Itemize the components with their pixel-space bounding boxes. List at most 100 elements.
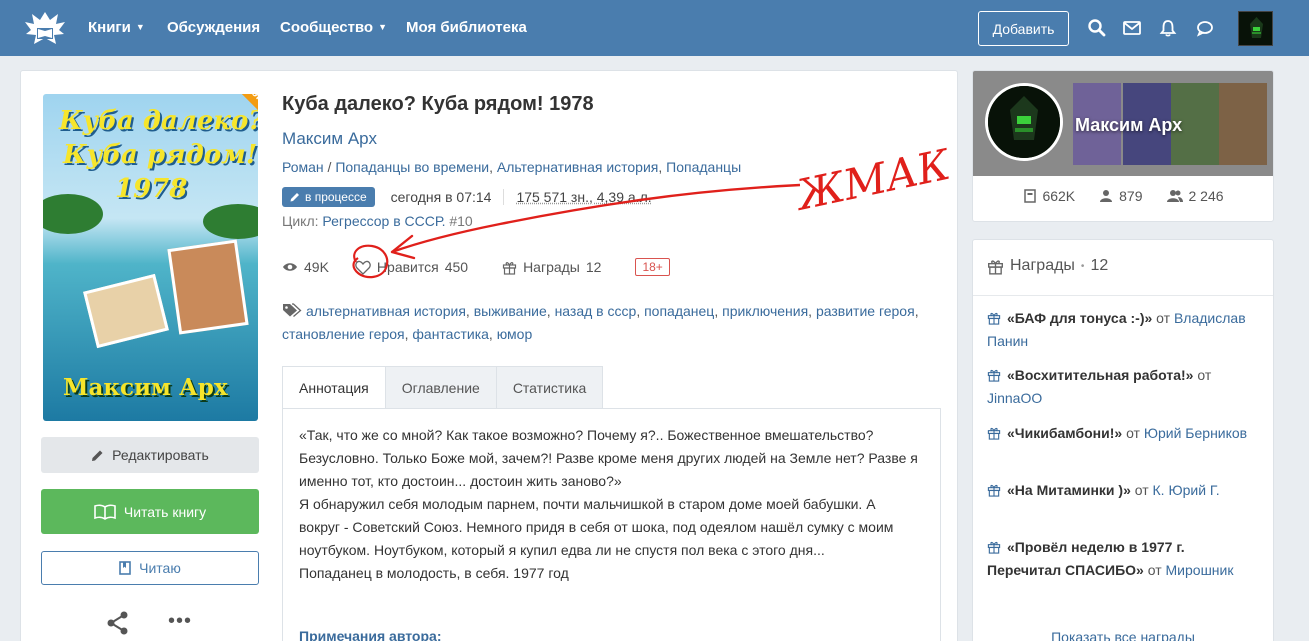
banner-cover [1219, 83, 1267, 165]
genre-link[interactable]: Попаданцы [666, 159, 741, 175]
tags-icon [282, 303, 302, 317]
award-user-link[interactable]: К. Юрий Г. [1153, 482, 1220, 498]
age-rating-badge: 18+ [635, 258, 669, 276]
award-name: «На Митаминки )» [1007, 482, 1131, 498]
status-badge: в процессе [282, 187, 375, 207]
cycle-link[interactable]: Регрессор в СССР. [322, 213, 445, 229]
edit-button[interactable]: Редактировать [41, 437, 259, 473]
cycle-number: #10 [449, 213, 472, 229]
author-stat-value: 662K [1042, 188, 1075, 204]
book-icon [1024, 189, 1036, 203]
read-book-label: Читать книгу [124, 504, 206, 520]
views-count: 49K [304, 259, 329, 275]
awards-stat[interactable]: Награды 12 [502, 259, 601, 275]
views-stat: 49K [282, 259, 329, 275]
tag-link[interactable]: приключения [722, 303, 808, 319]
avatar-image-icon [988, 86, 1060, 158]
user-icon [1099, 189, 1113, 203]
award-user-link[interactable]: JinnaOO [987, 390, 1042, 406]
heart-icon[interactable] [355, 260, 371, 275]
mail-icon[interactable] [1122, 18, 1142, 38]
tag-link[interactable]: попаданец [644, 303, 714, 319]
awards-label: Награды [523, 259, 580, 275]
like-button[interactable]: Нравится 450 [355, 259, 468, 275]
chevron-down-icon: ▼ [136, 22, 145, 32]
add-button[interactable]: Добавить [978, 11, 1069, 46]
pencil-icon [290, 192, 300, 202]
author-stat-value: 879 [1119, 188, 1142, 204]
tag-link[interactable]: назад в ссср [555, 303, 637, 319]
genre-link[interactable]: Попаданцы во времени [335, 159, 489, 175]
award-item: «На Митаминки )» от К. Юрий Г. [987, 479, 1257, 502]
tag-link[interactable]: развитие героя [816, 303, 915, 319]
author-stat-views: 662K [1024, 188, 1075, 204]
reading-button[interactable]: Читаю [41, 551, 259, 585]
open-book-icon [94, 504, 116, 520]
genre-list: Роман / Попаданцы во времени, Альтернати… [282, 159, 741, 175]
tag-link[interactable]: фантастика [412, 326, 489, 342]
tag-link[interactable]: альтернативная история [306, 303, 466, 319]
author-stats: 662K 879 2 246 [973, 188, 1274, 204]
book-size: 175 571 зн., 4,39 а.л. [503, 189, 663, 205]
awards-count: 12 [586, 259, 602, 275]
tab-annotation[interactable]: Аннотация [282, 366, 386, 409]
awards-count: 12 [1090, 257, 1108, 275]
site-logo-icon[interactable] [22, 8, 68, 48]
tag-link[interactable]: выживание [474, 303, 547, 319]
genre-link[interactable]: Роман [282, 159, 324, 175]
cycle-info: Цикл: Регрессор в СССР. #10 [282, 213, 473, 229]
share-icon[interactable] [105, 610, 131, 636]
awards-heading: Награды • 12 [987, 257, 1108, 275]
award-item: «Провёл неделю в 1977 г. Перечитал СПАСИ… [987, 536, 1257, 582]
award-user-link[interactable]: Мирошник [1166, 562, 1234, 578]
award-from: от [1126, 425, 1140, 441]
annotation-paragraph: Я обнаружил себя молодым парнем, почти м… [299, 493, 919, 562]
tab-contents[interactable]: Оглавление [386, 366, 497, 409]
tag-link[interactable]: юмор [497, 326, 533, 342]
tag-link[interactable]: становление героя [282, 326, 405, 342]
award-name: «БАФ для тонуса :-)» [1007, 310, 1152, 326]
nav-community[interactable]: Сообщество ▼ [280, 19, 387, 36]
book-stats-row: 49K Нравится 450 Награды 12 18+ [282, 257, 670, 277]
avatar-image-icon [1239, 12, 1273, 46]
award-from: от [1197, 367, 1211, 383]
award-item: «Восхитительная работа!» от JinnaOO [987, 364, 1257, 410]
nav-discussions[interactable]: Обсуждения [167, 19, 260, 36]
author-name-link[interactable]: Максим Арх [1075, 115, 1182, 136]
show-all-awards-link[interactable]: Показать все награды [972, 629, 1274, 641]
award-from: от [1135, 482, 1149, 498]
bookmark-book-icon [119, 561, 131, 575]
nav-my-library[interactable]: Моя библиотека [406, 19, 527, 36]
updated-time: сегодня в 07:14 [375, 189, 504, 205]
author-stat-value: 2 246 [1189, 188, 1224, 204]
cover-title-year: 1978 [115, 174, 187, 204]
award-from: от [1156, 310, 1170, 326]
tab-statistics[interactable]: Статистика [497, 366, 604, 409]
status-row: в процессе сегодня в 07:14 175 571 зн., … [282, 185, 664, 209]
chevron-down-icon: ▼ [378, 22, 387, 32]
book-cover[interactable]: Куба далеко? Куба рядом! 1978 Максим Арх… [43, 94, 258, 421]
author-avatar[interactable] [985, 83, 1063, 161]
author-profile-card: Максим Арх 662K 879 2 246 [972, 70, 1274, 222]
author-stat-friends: 879 [1099, 188, 1142, 204]
read-book-button[interactable]: Читать книгу [41, 489, 259, 534]
bell-icon[interactable] [1158, 18, 1178, 38]
author-stat-followers: 2 246 [1167, 188, 1224, 204]
more-options-icon[interactable]: ••• [168, 610, 192, 633]
chat-icon[interactable] [1195, 18, 1215, 38]
book-author-link[interactable]: Максим Арх [282, 129, 377, 149]
award-name: «Чикибамбони!» [1007, 425, 1122, 441]
nav-books[interactable]: Книги ▼ [88, 19, 145, 36]
genre-link[interactable]: Альтернативная история [497, 159, 658, 175]
cover-title-line2: Куба рядом! [63, 140, 257, 170]
users-icon [1167, 189, 1183, 203]
award-user-link[interactable]: Юрий Берников [1144, 425, 1247, 441]
cover-photo-couple [83, 274, 169, 348]
user-avatar[interactable] [1238, 11, 1273, 46]
awards-title: Награды [1010, 257, 1075, 275]
search-icon[interactable] [1087, 18, 1107, 38]
cover-palm-left [43, 194, 103, 234]
edit-button-label: Редактировать [112, 447, 209, 463]
gift-icon [987, 483, 1001, 497]
tag-list: альтернативная история, выживание, назад… [282, 300, 942, 346]
